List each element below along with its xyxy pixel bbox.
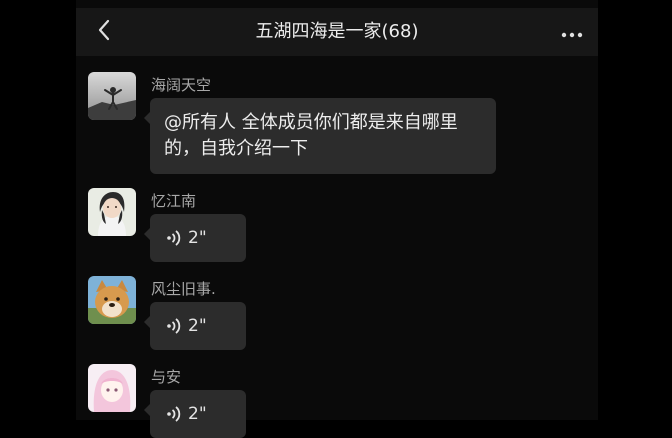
voice-message-bubble[interactable]: 2": [144, 302, 246, 350]
chevron-left-icon: [97, 19, 111, 45]
back-button[interactable]: [88, 16, 120, 48]
chat-title: 五湖四海是一家(68): [255, 21, 419, 42]
chat-header: 五湖四海是一家(68): [76, 8, 598, 56]
voice-wave-icon: [166, 317, 182, 335]
avatar[interactable]: [88, 364, 136, 412]
avatar[interactable]: [88, 72, 136, 120]
voice-wave-icon: [166, 229, 182, 247]
voice-message-bubble[interactable]: 2": [144, 214, 246, 262]
sender-name: 风尘旧事.: [151, 280, 216, 298]
message-text: @所有人 全体成员你们都是来自哪里的，自我介绍一下: [164, 112, 458, 159]
voice-duration: 2": [188, 228, 207, 248]
voice-message-bubble[interactable]: 2": [144, 390, 246, 438]
more-options-button[interactable]: [556, 18, 588, 46]
avatar[interactable]: [88, 188, 136, 236]
voice-wave-icon: [166, 405, 182, 423]
text-message-bubble[interactable]: @所有人 全体成员你们都是来自哪里的，自我介绍一下: [144, 98, 496, 174]
chat-window: 五湖四海是一家(68) 海阔天空 @所有人 全体成员你们都是来自哪里的，自我介绍…: [76, 0, 598, 438]
sender-name: 忆江南: [151, 192, 197, 210]
avatar[interactable]: [88, 276, 136, 324]
voice-duration: 2": [188, 316, 207, 336]
more-dots-icon: [561, 23, 583, 42]
sender-name: 海阔天空: [151, 76, 212, 94]
voice-duration: 2": [188, 404, 207, 424]
sender-name: 与安: [151, 368, 182, 386]
